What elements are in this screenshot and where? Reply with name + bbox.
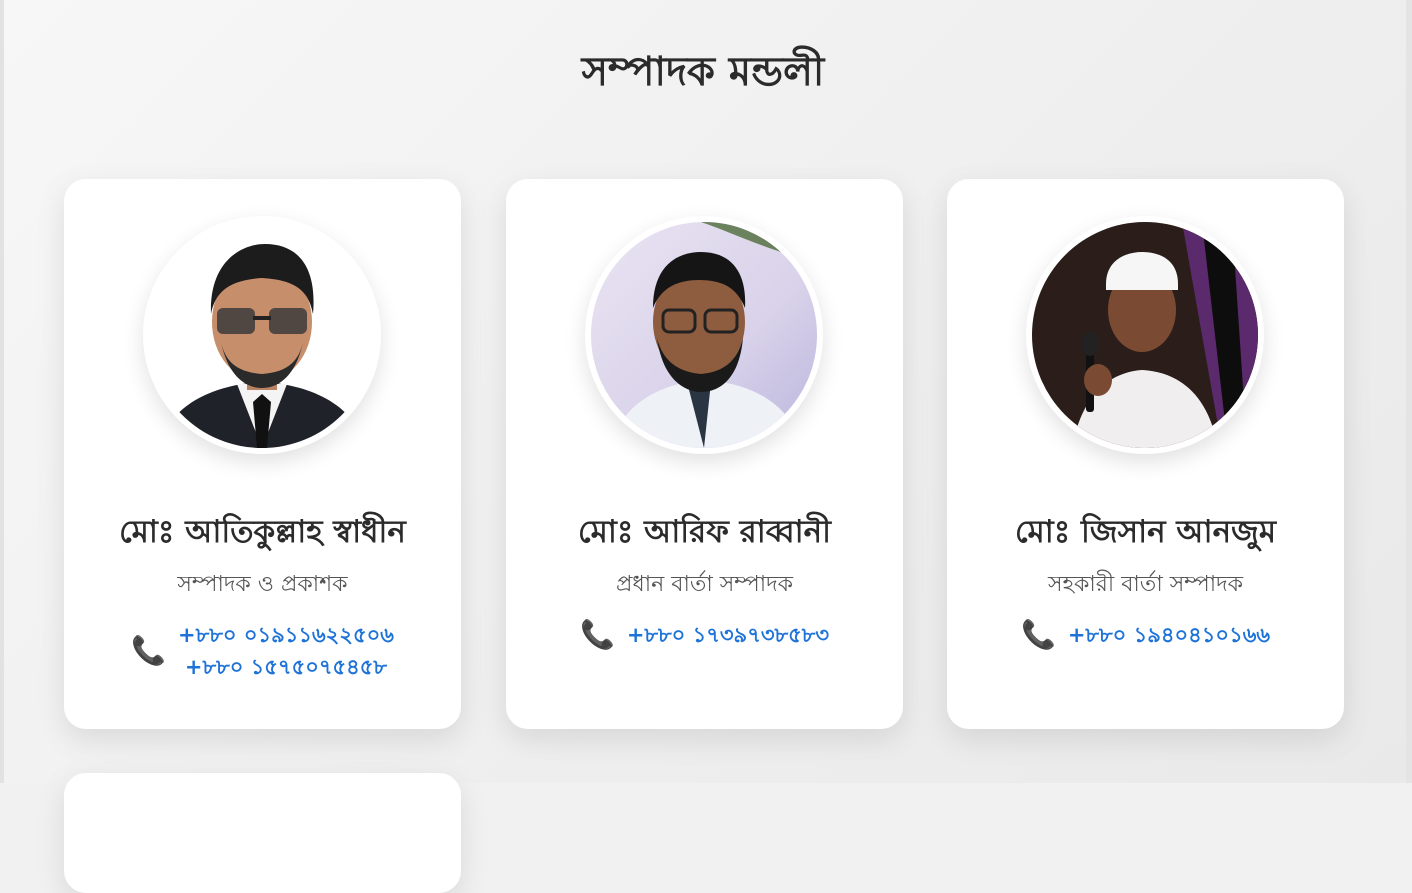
team-member-card: মোঃ আরিফ রাব্বানী প্রধান বার্তা সম্পাদক … (506, 179, 903, 729)
phone-link[interactable]: +৮৮০ ১৭৩৯৭৩৮৫৮৩ (627, 619, 829, 651)
team-member-card-partial (64, 773, 461, 893)
phone-number-list: +৮৮০ ১৭৩৯৭৩৮৫৮৩ (627, 619, 829, 651)
page-title: সম্পাদক মন্ডলী (581, 49, 825, 95)
member-photo-illustration (149, 222, 375, 448)
phone-icon: 📞 (579, 618, 615, 651)
phone-contact: 📞 +৮৮০ ১৯৪০৪১০১৬৬ (947, 619, 1344, 651)
member-name: মোঃ আতিকুল্লাহ স্বাধীন (119, 514, 406, 550)
member-role: সহকারী বার্তা সম্পাদক (1047, 572, 1244, 597)
phone-contact: 📞 +৮৮০ ১৭৩৯৭৩৮৫৮৩ (506, 619, 903, 651)
phone-link[interactable]: +৮৮০ ০১৯১১৬২২৫০৬ (178, 619, 394, 651)
avatar-frame (143, 216, 381, 454)
avatar-frame (585, 216, 823, 454)
member-photo-illustration (591, 222, 817, 448)
team-member-card: মোঃ আতিকুল্লাহ স্বাধীন সম্পাদক ও প্রকাশক… (64, 179, 461, 729)
member-name: মোঃ আরিফ রাব্বানী (578, 514, 831, 550)
member-photo (149, 222, 375, 448)
page-edge-right (1406, 0, 1412, 783)
member-photo (591, 222, 817, 448)
phone-number-list: +৮৮০ ০১৯১১৬২২৫০৬ +৮৮০ ১৫৭৫০৭৫৪৫৮ (178, 619, 394, 683)
member-photo-illustration (1032, 222, 1258, 448)
member-role: সম্পাদক ও প্রকাশক (177, 572, 348, 597)
phone-contact: 📞 +৮৮০ ০১৯১১৬২২৫০৬ +৮৮০ ১৫৭৫০৭৫৪৫৮ (64, 619, 461, 683)
member-name: মোঃ জিসান আনজুম (1014, 514, 1277, 550)
phone-link[interactable]: +৮৮০ ১৫৭৫০৭৫৪৫৮ (185, 651, 387, 683)
phone-number-list: +৮৮০ ১৯৪০৪১০১৬৬ (1068, 619, 1270, 651)
avatar-frame (1026, 216, 1264, 454)
phone-icon: 📞 (131, 634, 166, 667)
team-member-card: মোঃ জিসান আনজুম সহকারী বার্তা সম্পাদক 📞 … (947, 179, 1344, 729)
member-photo (1032, 222, 1258, 448)
phone-link[interactable]: +৮৮০ ১৯৪০৪১০১৬৬ (1068, 619, 1270, 651)
member-role: প্রধান বার্তা সম্পাদক (615, 572, 794, 597)
phone-icon: 📞 (1020, 618, 1056, 651)
